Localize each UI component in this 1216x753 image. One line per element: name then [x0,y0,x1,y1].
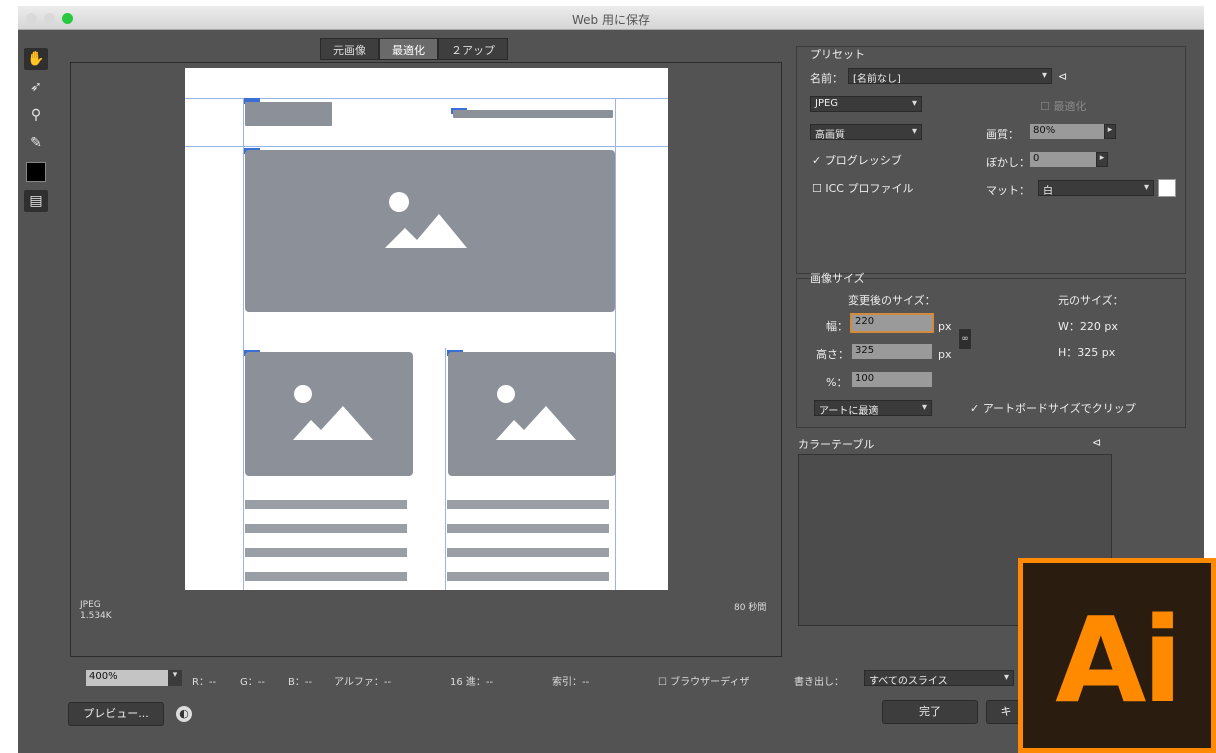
text-line-placeholder [245,548,407,557]
illustrator-logo: Ai [1018,558,1216,753]
tab-optimized[interactable]: 最適化 [379,38,438,60]
blur-label: ぼかし： [986,156,1030,169]
card-image-placeholder [448,352,616,476]
clip-to-artboard-checkbox[interactable]: ✓ アートボードサイズでクリップ [970,400,1136,416]
original-width: W：220 px [1058,320,1118,333]
color-table-menu-icon[interactable]: ⊲ [1092,436,1101,449]
slice-select-tool-icon[interactable]: ➶ [24,76,48,98]
height-input[interactable]: 325 [852,344,932,359]
new-size-label: 変更後のサイズ： [848,294,936,307]
text-line-placeholder [447,524,609,533]
matte-dropdown[interactable]: 白 [1038,180,1154,196]
preview-button[interactable]: プレビュー... [68,702,164,726]
text-line-placeholder [245,500,407,509]
eyedropper-color-swatch[interactable] [26,162,46,182]
preset-group-title: プリセット [810,48,865,61]
browser-dither-label: ブラウザーディザ [670,677,750,688]
slice-guide [445,348,446,590]
quality-preset-dropdown[interactable]: 高画質 [810,124,922,140]
window-title: Web 用に保存 [572,13,650,27]
blue-readout: B：-- [288,677,313,688]
width-unit: px [938,320,952,333]
title-bar: Web 用に保存 [18,6,1204,30]
artboard-preview[interactable] [185,68,668,590]
tool-column: ✋ ➶ ⚲ ✎ ▤ [24,44,54,218]
browser-preview-globe-icon[interactable]: ◐ [176,706,192,722]
original-height: H：325 px [1058,346,1116,359]
progressive-checkbox[interactable]: ✓ プログレッシブ [812,152,902,168]
banner-placeholder [453,110,613,118]
width-label: 幅： [826,320,848,333]
text-line-placeholder [447,500,609,509]
text-line-placeholder [447,572,609,581]
tab-2up[interactable]: ２アップ [438,38,508,60]
percent-input[interactable]: 100 [852,372,932,387]
done-button[interactable]: 完了 [882,700,978,724]
hand-tool-icon[interactable]: ✋ [24,48,48,70]
quality-slider-button[interactable]: ▸ [1104,124,1116,139]
illustrator-logo-text: Ai [1055,591,1183,729]
quality-label: 画質： [986,128,1019,141]
width-input[interactable]: 220 [850,313,934,333]
export-dropdown[interactable]: すべてのスライス [864,670,1014,686]
toggle-slices-visibility-icon[interactable]: ▤ [24,190,48,212]
red-readout: R：-- [192,677,217,688]
file-size: 1.534K [80,611,112,621]
icc-profile-checkbox[interactable]: ☐ ICC プロファイル [812,180,913,196]
download-time: 80 秒間 [734,603,767,613]
matte-label: マット： [986,184,1030,197]
green-readout: G：-- [240,677,265,688]
preset-name-dropdown[interactable]: [名前なし] [848,68,1052,84]
image-icon [496,385,576,440]
slice-guide [243,98,244,590]
blur-slider-button[interactable]: ▸ [1096,152,1108,167]
alpha-readout: アルファ：-- [334,677,392,688]
image-icon [385,192,467,248]
hero-image-placeholder [245,150,615,312]
text-line-placeholder [245,524,407,533]
slice-guide [615,98,616,590]
image-placeholder [245,102,332,126]
height-label: 高さ： [816,348,849,361]
tab-original[interactable]: 元画像 [320,38,379,60]
file-format-dropdown[interactable]: JPEG [810,96,922,112]
eyedropper-tool-icon[interactable]: ✎ [24,132,48,154]
percent-label: %： [826,376,848,389]
preset-menu-icon[interactable]: ⊲ [1058,70,1067,83]
card-image-placeholder [245,352,413,476]
export-label: 書き出し： [794,677,844,688]
zoom-tool-icon[interactable]: ⚲ [24,104,48,126]
optimized-label: 最適化 [1053,100,1087,113]
view-tabs: 元画像 最適化 ２アップ [320,38,508,60]
preset-name-label: 名前： [810,72,843,85]
text-line-placeholder [447,548,609,557]
image-size-group-title: 画像サイズ [810,272,865,285]
resample-dropdown[interactable]: アートに最適 [814,400,932,416]
optimized-file-info: JPEG 1.534K [80,600,112,622]
icc-profile-label: ICC プロファイル [825,182,914,195]
original-size-label: 元のサイズ： [1058,294,1124,307]
image-icon [293,385,373,440]
color-table-title: カラーテーブル [798,438,875,451]
blur-input[interactable]: 0 [1030,152,1096,167]
zoom-dropdown-arrow[interactable]: ▾ [168,670,182,686]
file-format: JPEG [80,600,101,610]
text-line-placeholder [245,572,407,581]
constrain-proportions-link-icon[interactable]: ∞ [958,328,972,350]
optimized-checkbox[interactable]: ☐ 最適化 [1040,98,1086,114]
slice-guide [185,146,668,147]
height-unit: px [938,348,952,361]
index-readout: 索引：-- [552,677,590,688]
hex-readout: 16 進：-- [450,677,494,688]
browser-dither-checkbox[interactable]: ☐ ブラウザーディザ [658,673,749,688]
quality-input[interactable]: 80% [1030,124,1104,139]
matte-color-swatch[interactable] [1158,179,1176,197]
